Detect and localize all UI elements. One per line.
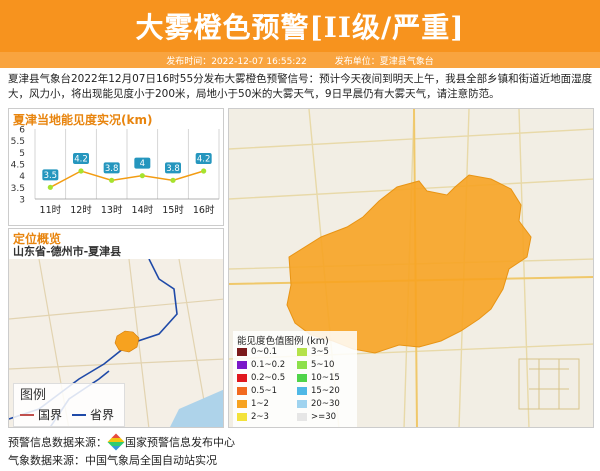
visibility-legend-title: 能见度色值图例 (km) xyxy=(237,336,329,347)
visibility-chart: 33.544.555.563.54.23.8 4 3.84.211时 12时 13时 14… xyxy=(11,126,220,216)
locator-legend: 图例 国界 省界 xyxy=(13,383,125,427)
visibility-legend-label: 10~15 xyxy=(311,373,340,383)
warning-title: 大雾橙色预警[II级/严重] xyxy=(135,11,465,44)
visibility-legend-label: 15~20 xyxy=(311,386,340,396)
x-tick-label: 11时 xyxy=(40,204,62,216)
visibility-legend-swatch xyxy=(297,387,307,395)
data-point xyxy=(139,173,145,179)
visibility-legend-item: 2~3 xyxy=(237,412,269,422)
visibility-chart-card: 夏津当地能见度实况(km) 3 3.5 4 4.5 5 5.5 6 3.5 4.2 3.8 4 3.8… xyxy=(8,108,224,226)
legend-item-province: 省界 xyxy=(72,406,114,423)
warning-center-name[interactable]: 国家预警信息发布中心 xyxy=(125,434,235,450)
visibility-legend-item: 5~10 xyxy=(297,360,334,370)
locator-card: 定位概览 山东省-德州市-夏津县 图例 国界 省界 xyxy=(8,228,224,428)
warning-center-icon xyxy=(107,433,125,451)
national-border-line xyxy=(20,413,34,416)
visibility-legend-label: 0.2~0.5 xyxy=(251,373,286,383)
data-label: 4 xyxy=(140,159,145,169)
province-border-line xyxy=(72,413,86,416)
x-tick-label: 12时 xyxy=(70,204,92,216)
y-tick-label: 6 xyxy=(19,126,25,136)
publish-unit: 发布单位：夏津县气象台 xyxy=(334,56,434,67)
visibility-legend-label: >=30 xyxy=(311,412,337,422)
legend-label-province: 省界 xyxy=(90,408,115,422)
data-point xyxy=(109,177,115,183)
x-tick-label: 15时 xyxy=(162,204,184,216)
x-tick-label: 13时 xyxy=(101,204,123,216)
publish-info-bar: 发布时间：2022-12-07 16:55:22 发布单位：夏津县气象台 xyxy=(0,52,600,68)
visibility-legend-item: 0.1~0.2 xyxy=(237,360,285,370)
visibility-legend-swatch xyxy=(297,400,307,408)
footer-source2: 气象数据来源：中国气象局全国自动站实况 xyxy=(8,454,217,467)
data-point xyxy=(170,177,176,183)
visibility-legend-swatch xyxy=(297,348,307,356)
data-label: 4.2 xyxy=(74,155,88,165)
legend-label-national: 国界 xyxy=(38,408,63,422)
data-label: 3.8 xyxy=(166,164,180,174)
visibility-legend-item: 15~20 xyxy=(297,386,340,396)
data-label: 4.2 xyxy=(197,155,211,165)
warning-description: 夏津县气象台2022年12月07日16时55分发布大雾橙色预警信号：预计今天夜间… xyxy=(8,73,593,100)
visibility-legend-label: 1~2 xyxy=(251,399,269,409)
locator-region: 山东省-德州市-夏津县 xyxy=(13,245,122,258)
visibility-legend-swatch xyxy=(297,413,307,421)
data-point xyxy=(78,168,84,174)
visibility-legend-label: 2~3 xyxy=(251,412,269,422)
x-tick-label: 14时 xyxy=(132,204,154,216)
visibility-legend-label: 5~10 xyxy=(311,360,335,370)
y-tick-label: 4 xyxy=(19,172,25,182)
visibility-legend-item: 0~0.1 xyxy=(237,347,277,357)
data-point xyxy=(201,168,207,174)
source1-label: 预警信息数据来源： xyxy=(8,436,107,449)
y-tick-label: 4.5 xyxy=(11,161,25,171)
visibility-legend-swatch xyxy=(297,361,307,369)
y-tick-label: 3 xyxy=(19,196,25,206)
visibility-legend-swatch xyxy=(237,387,247,395)
legend-item-national: 国界 xyxy=(20,406,62,423)
main-map: 能见度色值图例 (km) 0~0.1 3~5 0.1~0.2 5~10 0.2~0.5 1… xyxy=(228,108,594,428)
visibility-legend-swatch xyxy=(297,374,307,382)
warning-header: 大雾橙色预警[II级/严重] xyxy=(0,0,600,52)
y-tick-label: 5 xyxy=(19,149,25,159)
visibility-legend-swatch xyxy=(237,348,247,356)
visibility-legend-item: >=30 xyxy=(297,412,336,422)
data-point xyxy=(47,184,53,190)
visibility-legend-item: 3~5 xyxy=(297,347,329,357)
visibility-legend-item: 20~30 xyxy=(297,399,340,409)
footer-source1: 预警信息数据来源： 国家预警信息发布中心 xyxy=(8,433,235,451)
visibility-legend-label: 0.5~1 xyxy=(251,386,278,396)
visibility-legend-label: 0.1~0.2 xyxy=(251,360,286,370)
data-label: 3.8 xyxy=(105,164,119,174)
data-label: 3.5 xyxy=(44,171,58,181)
visibility-legend-swatch xyxy=(237,374,247,382)
y-tick-label: 3.5 xyxy=(11,184,25,194)
publish-time: 发布时间：2022-12-07 16:55:22 xyxy=(166,56,307,67)
visibility-legend-item: 1~2 xyxy=(237,399,269,409)
visibility-legend-item: 10~15 xyxy=(297,373,340,383)
visibility-legend-label: 20~30 xyxy=(311,399,340,409)
visibility-legend-label: 3~5 xyxy=(311,347,329,357)
visibility-legend-item: 0.2~0.5 xyxy=(237,373,285,383)
y-tick-label: 5.5 xyxy=(11,137,25,147)
visibility-legend-label: 0~0.1 xyxy=(251,347,278,357)
x-tick-label: 16时 xyxy=(193,204,215,216)
visibility-legend-swatch xyxy=(237,361,247,369)
locator-legend-title: 图例 xyxy=(20,388,47,403)
visibility-legend-swatch xyxy=(237,400,247,408)
visibility-legend-swatch xyxy=(237,413,247,421)
visibility-legend-item: 0.5~1 xyxy=(237,386,277,396)
visibility-legend: 能见度色值图例 (km) 0~0.1 3~5 0.1~0.2 5~10 0.2~0.5 1… xyxy=(233,331,357,427)
